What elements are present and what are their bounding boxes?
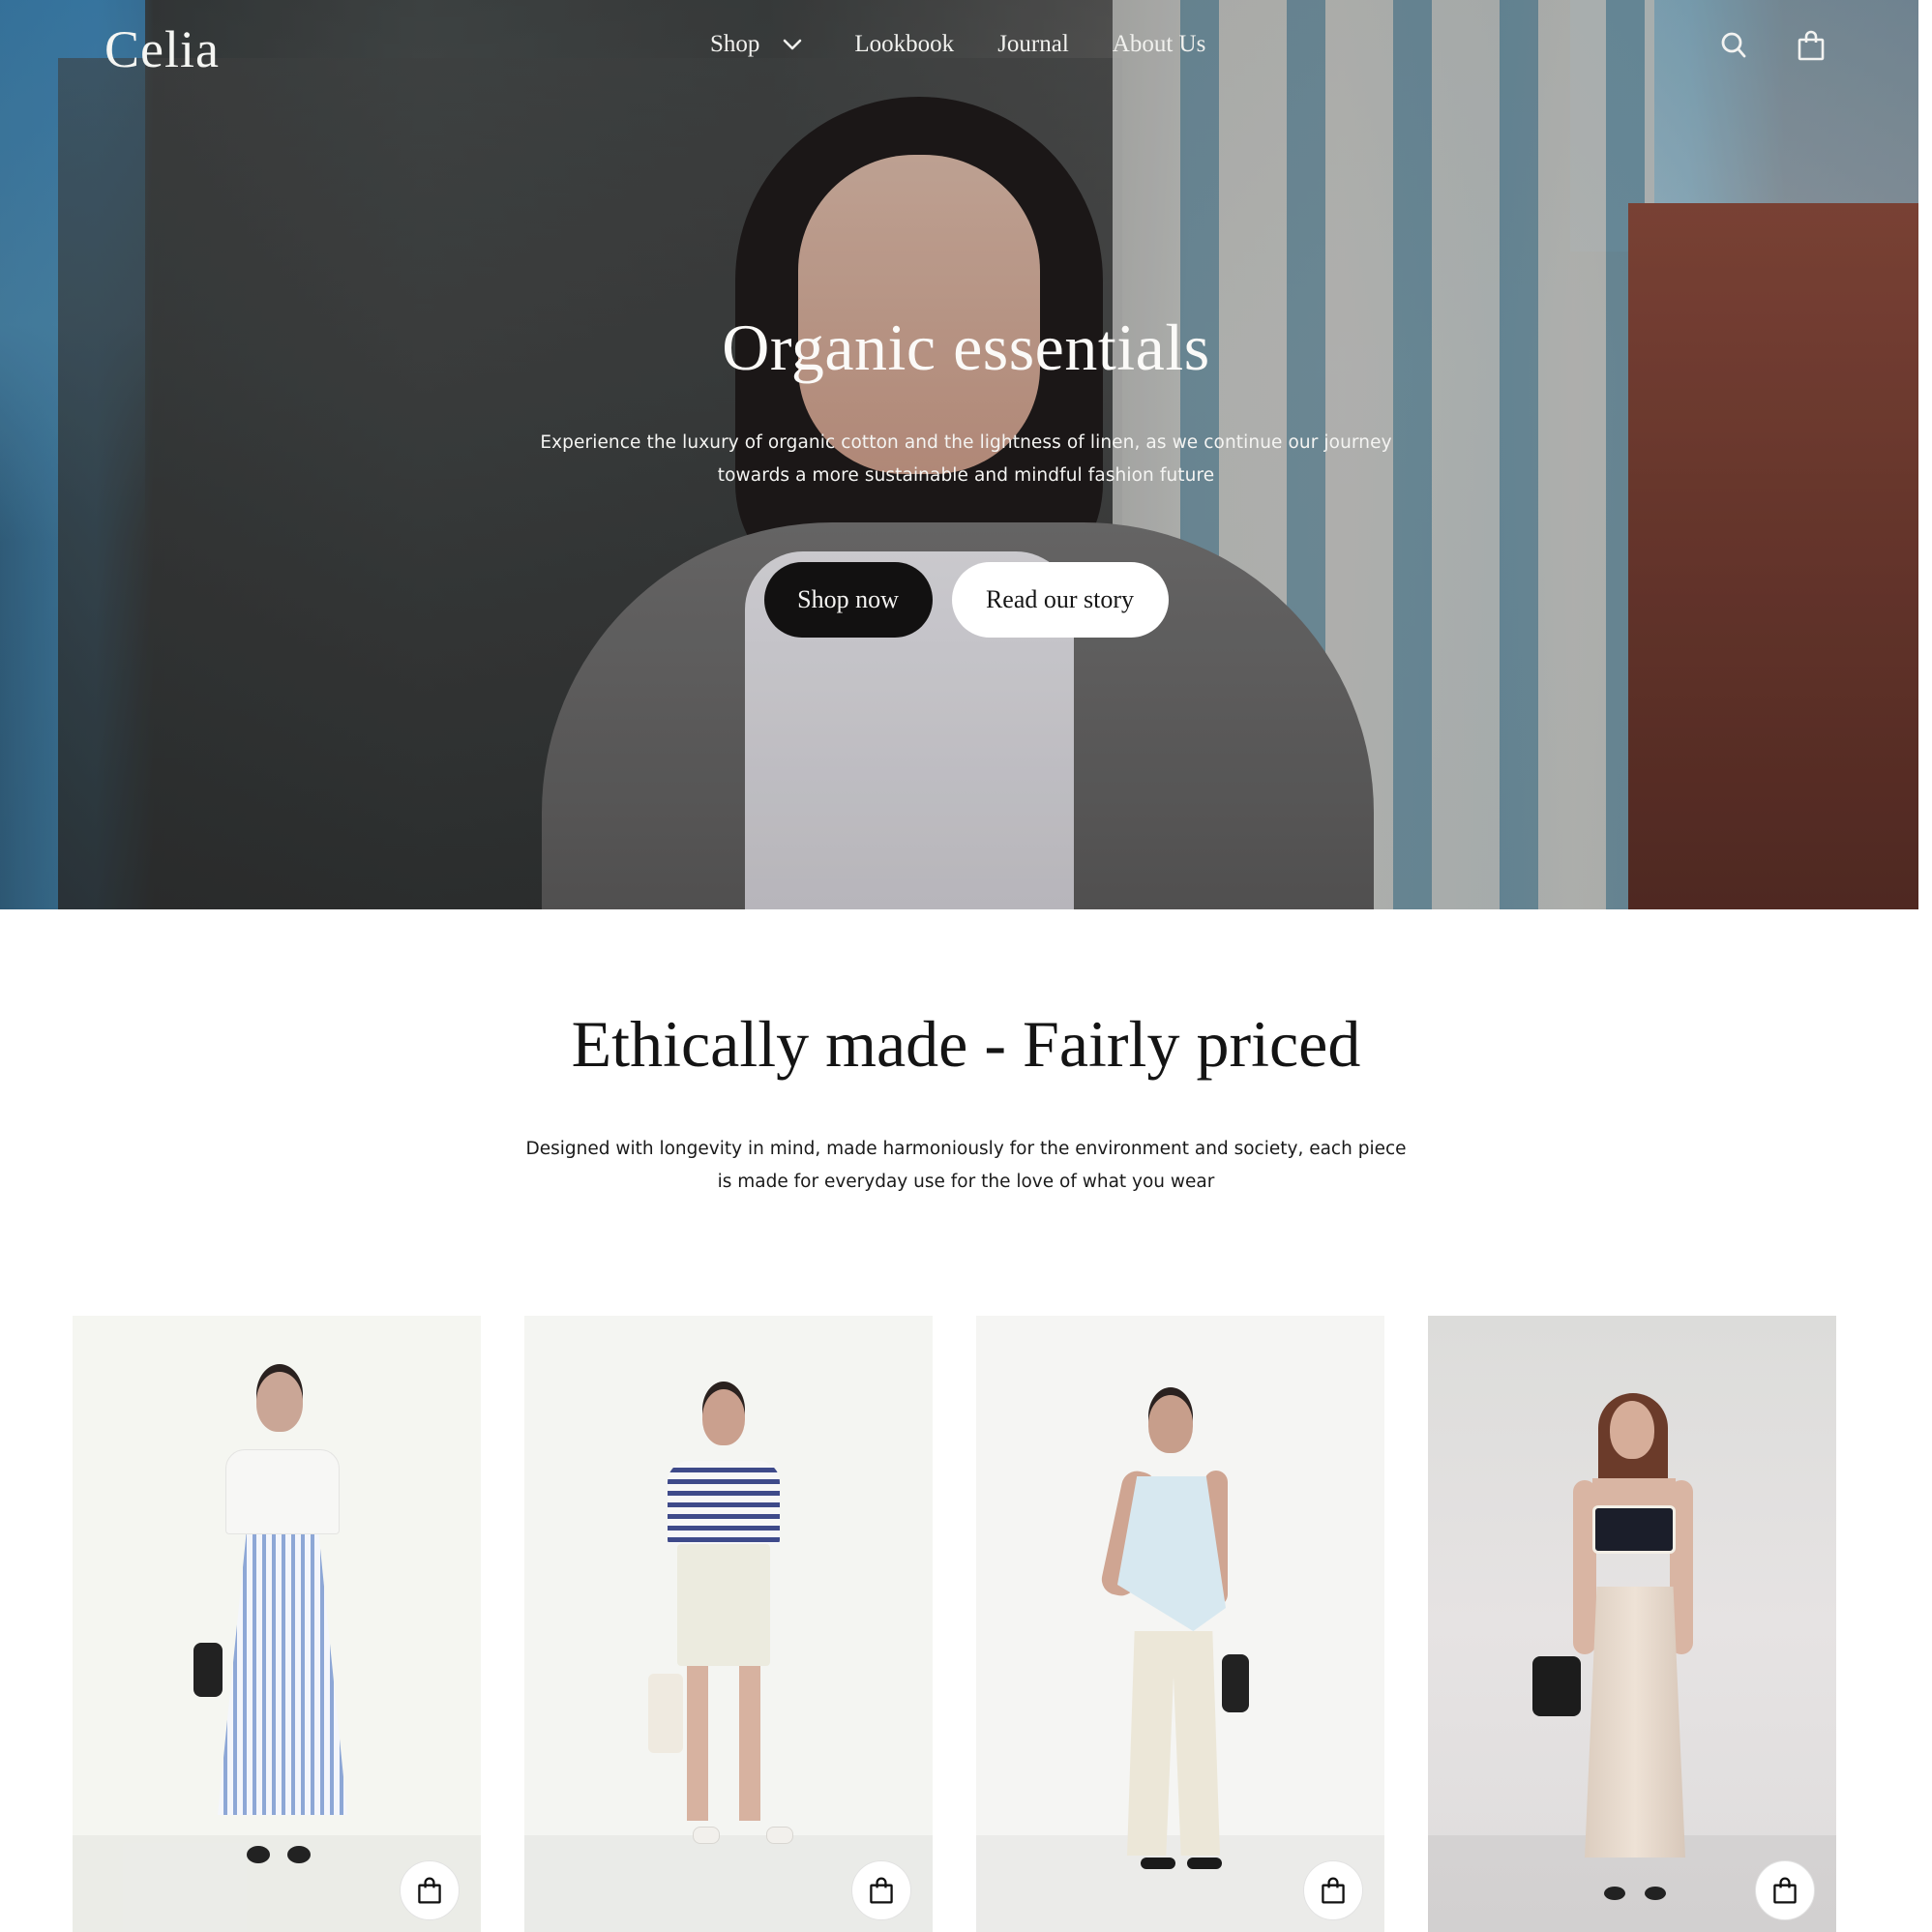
nav-item-lookbook[interactable]: Lookbook [854,31,954,58]
brand-logo[interactable]: Celia [104,19,220,79]
section-description-line: is made for everyday use for the love of… [717,1172,1215,1192]
chevron-down-icon[interactable] [781,33,804,56]
hero-title: Organic essentials [722,311,1210,384]
hero-subtitle-line: Experience the luxury of organic cotton … [540,432,1392,453]
shop-now-button[interactable]: Shop now [763,562,933,638]
nav-links: Shop Lookbook Journal About Us [710,31,1205,58]
nav-actions [1718,29,1827,62]
intro-section: Ethically made - Fairly priced Designed … [0,1006,1932,1199]
shopping-bag-icon [418,1877,441,1904]
hero-buttons: Shop now Read our story [0,562,1918,638]
section-description: Designed with longevity in mind, made ha… [0,1133,1932,1199]
product-image[interactable] [976,1316,1384,1932]
hero-subtitle: Experience the luxury of organic cotton … [0,427,1918,492]
add-to-cart-button[interactable] [1755,1860,1815,1920]
shopping-bag-icon [870,1877,893,1904]
hero-subtitle-line: towards a more sustainable and mindful f… [717,465,1215,486]
product-card[interactable] [73,1316,481,1932]
hero-banner: Celia Shop Lookbook Journal About Us Org… [0,0,1918,909]
add-to-cart-button[interactable] [1303,1860,1363,1920]
product-image[interactable] [73,1316,481,1932]
add-to-cart-button[interactable] [400,1860,460,1920]
product-card[interactable] [524,1316,933,1932]
shopping-bag-icon [1773,1877,1797,1904]
nav-item-shop[interactable]: Shop [710,31,804,58]
product-card[interactable] [1428,1316,1836,1932]
hero-content: Organic essentials Experience the luxury… [0,310,1918,638]
product-card[interactable] [976,1316,1384,1932]
nav-item-about-us[interactable]: About Us [1113,31,1206,58]
product-image[interactable] [1428,1316,1836,1932]
read-our-story-button[interactable]: Read our story [951,562,1169,638]
product-grid [73,1316,1838,1932]
nav-item-journal[interactable]: Journal [997,31,1069,58]
shopping-bag-icon[interactable] [1796,29,1827,62]
top-navigation: Celia Shop Lookbook Journal About Us [0,0,1918,97]
shopping-bag-icon [1322,1877,1345,1904]
search-icon[interactable] [1718,29,1749,62]
section-title: Ethically made - Fairly priced [571,1007,1361,1081]
nav-item-shop-label[interactable]: Shop [710,31,759,58]
product-image[interactable] [524,1316,933,1932]
add-to-cart-button[interactable] [851,1860,911,1920]
section-description-line: Designed with longevity in mind, made ha… [525,1139,1407,1159]
